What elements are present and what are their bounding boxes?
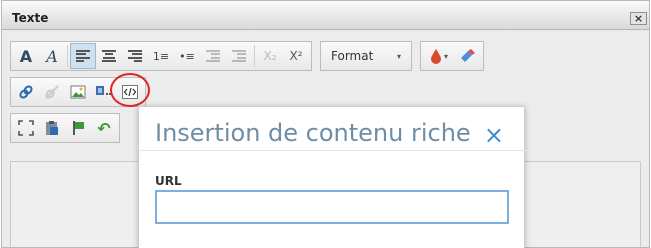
rich-content-dialog: Insertion de contenu riche × URL xyxy=(138,106,526,248)
fullscreen-icon xyxy=(18,120,34,136)
clipboard-icon xyxy=(46,121,58,135)
image-icon xyxy=(70,85,86,99)
align-right-button[interactable] xyxy=(122,43,148,69)
format-select-group: Format ▾ xyxy=(320,41,412,71)
dialog-close-button[interactable]: × xyxy=(484,121,504,149)
ordered-list-icon: 1≡ xyxy=(152,49,170,63)
highlight-circle xyxy=(110,73,150,107)
align-center-icon xyxy=(102,49,116,63)
toolbar-row-2 xyxy=(10,73,150,107)
unordered-list-icon: •≡ xyxy=(179,49,195,63)
link-icon xyxy=(19,85,33,99)
rich-content-button[interactable] xyxy=(110,73,150,107)
paste-button[interactable] xyxy=(39,115,65,141)
fullscreen-button[interactable] xyxy=(13,115,39,141)
url-label: URL xyxy=(155,174,182,188)
anchor-button[interactable] xyxy=(65,115,91,141)
window-close-button[interactable]: × xyxy=(630,12,647,25)
text-color-button[interactable]: ▾ xyxy=(423,43,455,69)
media-group xyxy=(10,73,150,107)
eraser-button[interactable] xyxy=(455,43,481,69)
bold-button[interactable]: A xyxy=(13,43,39,69)
ordered-list-button[interactable]: 1≡ xyxy=(148,43,174,69)
separator xyxy=(67,45,68,67)
eraser-icon xyxy=(461,49,475,62)
outdent-icon xyxy=(206,49,220,63)
outdent-button[interactable] xyxy=(200,43,226,69)
chevron-down-icon: ▾ xyxy=(396,51,401,61)
unordered-list-button[interactable]: •≡ xyxy=(174,43,200,69)
align-center-button[interactable] xyxy=(96,43,122,69)
toolbar-row-3: ↶ xyxy=(10,113,120,143)
color-group: ▾ xyxy=(420,41,484,71)
bold-icon: A xyxy=(19,46,33,66)
subscript-icon: X₂ xyxy=(263,49,277,63)
drop-icon xyxy=(430,49,441,64)
indent-icon xyxy=(232,49,246,63)
dialog-title: Insertion de contenu riche xyxy=(155,119,471,147)
format-group: A A 1≡ •≡ X₂ X² xyxy=(10,41,312,71)
align-left-button[interactable] xyxy=(70,43,96,69)
subscript-button[interactable]: X₂ xyxy=(257,43,283,69)
toolbar-row-1: A A 1≡ •≡ X₂ X² Format ▾ ▾ xyxy=(10,41,484,71)
flag-icon xyxy=(73,121,84,135)
superscript-icon: X² xyxy=(289,49,303,63)
unlink-button[interactable] xyxy=(39,79,65,105)
superscript-button[interactable]: X² xyxy=(283,43,309,69)
undo-button[interactable]: ↶ xyxy=(91,115,117,141)
align-right-icon xyxy=(128,49,142,63)
italic-button[interactable]: A xyxy=(39,43,65,69)
italic-icon: A xyxy=(46,46,58,66)
indent-button[interactable] xyxy=(226,43,252,69)
unlink-icon xyxy=(45,85,59,99)
separator xyxy=(254,45,255,67)
image-button[interactable] xyxy=(65,79,91,105)
dialog-divider xyxy=(139,150,526,151)
format-select[interactable]: Format ▾ xyxy=(323,44,409,68)
window-titlebar: Texte × xyxy=(2,1,649,30)
link-button[interactable] xyxy=(13,79,39,105)
url-input[interactable] xyxy=(155,190,509,224)
format-select-label: Format xyxy=(331,49,374,63)
window-title: Texte xyxy=(12,11,49,25)
chevron-down-icon: ▾ xyxy=(443,51,448,61)
align-left-icon xyxy=(76,49,90,63)
tools-group: ↶ xyxy=(10,113,120,143)
undo-icon: ↶ xyxy=(97,118,111,138)
